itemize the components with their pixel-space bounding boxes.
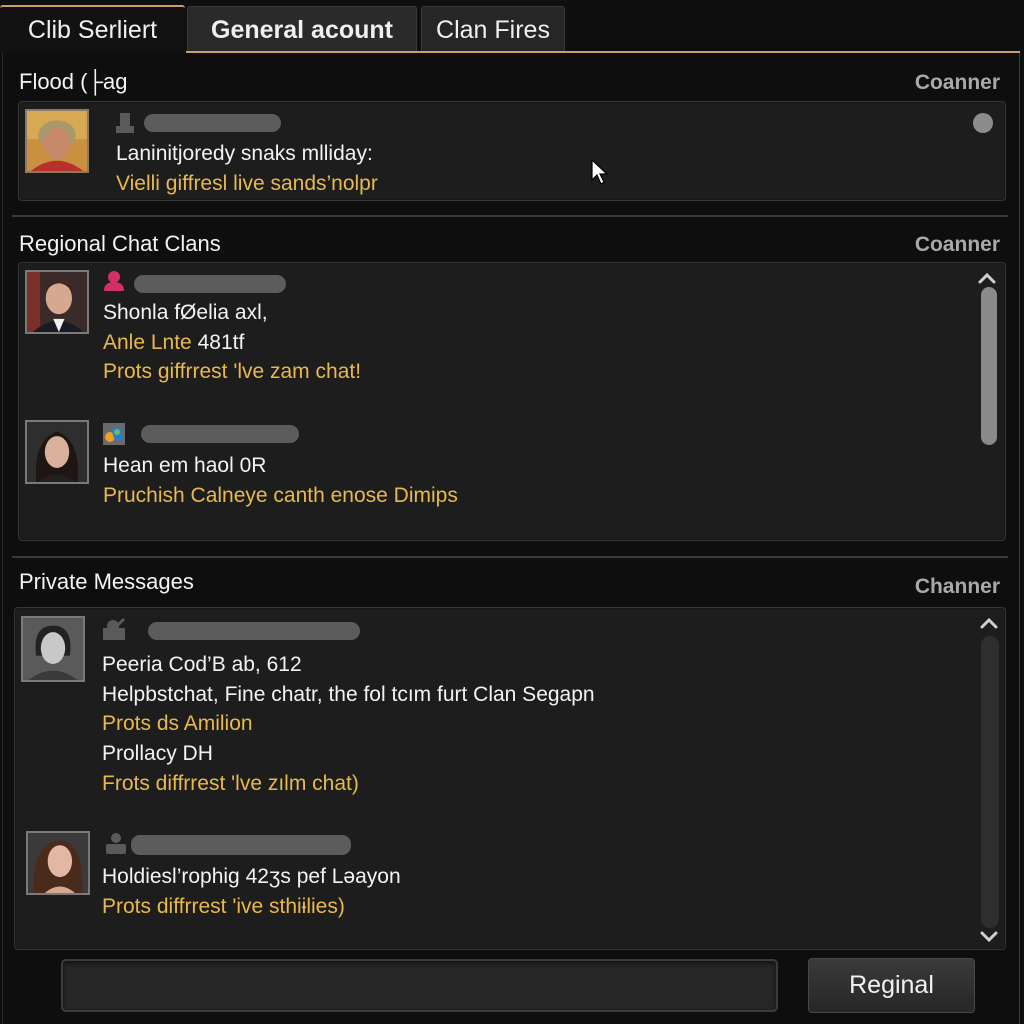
regional-message-panel: Shonla fØelia axl, Anle Lnte 481tf Prots… (18, 262, 1006, 541)
message-line: Frots diffrrest 'lve zılm chat) (102, 772, 359, 795)
message-line: Anle Lnte 481tf (103, 331, 244, 355)
message-line: Shonla fØelia axl, (103, 301, 268, 324)
avatar[interactable] (25, 420, 89, 484)
scroll-up-icon[interactable] (977, 271, 997, 285)
section-title-regional: Regional Chat Clans (19, 231, 221, 256)
user-silhouette-icon (106, 833, 126, 854)
username-redacted (148, 622, 360, 640)
message-line: Hean em haol 0R (103, 454, 267, 477)
avatar[interactable] (25, 109, 89, 173)
message-line-prefix: Anle Lnte (103, 331, 192, 354)
section-channel-label[interactable]: Channer (915, 575, 1000, 599)
message-line: Prots giffrrest 'lve zam chat! (103, 360, 362, 383)
scrollbar-thumb[interactable] (981, 287, 997, 445)
scroll-down-icon[interactable] (979, 930, 999, 944)
tab-clib-serliert[interactable]: Clib Serliert (0, 5, 185, 53)
tab-label: General acount (211, 15, 393, 44)
username-redacted (141, 425, 299, 443)
message-line: Peeria Cod’B ab, 612 (102, 653, 302, 676)
message-line: Prots ds Amilion (102, 712, 253, 735)
section-title-flood: Flood (├ag (19, 69, 128, 94)
status-indicator-icon (973, 113, 993, 133)
scroll-up-icon[interactable] (979, 616, 999, 630)
message-line: Prollacy DH (102, 742, 213, 765)
user-silhouette-icon (116, 113, 134, 133)
tab-general-account[interactable]: General acount (187, 6, 417, 53)
avatar[interactable] (25, 270, 89, 334)
message-line: Pruchish Calneye canth enose Dimips (103, 484, 458, 507)
avatar[interactable] (26, 831, 90, 895)
section-channel-label[interactable]: Coanner (915, 233, 1000, 257)
mouse-cursor-icon (591, 158, 609, 185)
username-redacted (144, 114, 281, 132)
message-line: Holdiesl’rophig 42ʒs pef Ləayon (102, 865, 401, 888)
moderator-user-icon (104, 271, 124, 291)
tab-label: Clan Fires (436, 15, 550, 44)
tab-clan-fires[interactable]: Clan Fires (421, 6, 565, 53)
section-channel-label[interactable]: Coanner (915, 71, 1000, 95)
tab-label: Clib Serliert (27, 15, 158, 44)
message-line-suffix: 481tf (191, 331, 245, 354)
private-message-panel: Peeria Cod’B ab, 612 Helpbstchat, Fine c… (14, 607, 1006, 950)
message-line: Prots diffrrest 'ive sthiɨlies) (102, 895, 345, 918)
section-divider (12, 215, 1008, 217)
user-edit-icon (103, 618, 125, 640)
game-badge-icon (103, 423, 125, 445)
section-divider (12, 556, 1008, 558)
avatar[interactable] (21, 616, 85, 682)
scrollbar-track[interactable] (981, 636, 999, 928)
flood-message-panel: Laninitjoredy snaks mlliday: Vielli giff… (18, 101, 1006, 201)
message-line: Vielli giffresl live sands’nolpr (116, 172, 378, 195)
message-line: Helpbstchat, Fine chatr, the fol tcım fu… (102, 683, 595, 706)
send-button[interactable]: Reginal (808, 958, 975, 1013)
username-redacted (134, 275, 286, 293)
tab-bar: Clib Serliert General acount Clan Fires (0, 0, 1024, 53)
section-title-private: Private Messages (19, 569, 194, 594)
username-redacted (131, 835, 351, 855)
chat-message-input[interactable] (61, 959, 778, 1012)
message-line: Laninitjoredy snaks mlliday: (116, 142, 373, 165)
